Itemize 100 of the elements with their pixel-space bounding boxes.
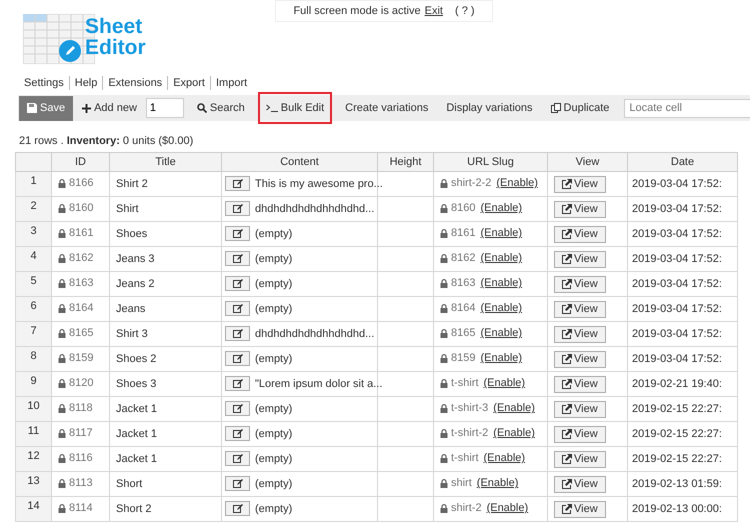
column-header[interactable]: Height <box>378 152 434 172</box>
view-button[interactable]: View <box>554 200 606 218</box>
height-cell[interactable] <box>378 346 434 372</box>
view-button[interactable]: View <box>554 400 606 418</box>
edit-button[interactable] <box>225 476 250 491</box>
duplicate-button[interactable]: Duplicate <box>546 97 614 119</box>
edit-button[interactable] <box>225 326 250 341</box>
enable-link[interactable]: (Enable) <box>476 476 518 490</box>
view-button[interactable]: View <box>554 300 606 318</box>
exit-link[interactable]: Exit <box>424 4 443 18</box>
enable-link[interactable]: (Enable) <box>480 301 522 316</box>
height-cell[interactable] <box>378 446 434 472</box>
menu-link[interactable]: Settings <box>24 76 64 90</box>
row-number: 4 <box>16 246 52 272</box>
enable-link[interactable]: (Enable) <box>480 226 522 240</box>
height-cell[interactable] <box>378 296 434 322</box>
row-number: 13 <box>16 472 52 496</box>
title-cell[interactable]: Shirt <box>110 196 222 222</box>
height-cell[interactable] <box>378 222 434 246</box>
view-button[interactable]: View <box>554 426 606 442</box>
help-link[interactable]: ( ? ) <box>454 4 475 18</box>
enable-link[interactable]: (Enable) <box>486 501 528 516</box>
edit-button[interactable] <box>225 301 250 316</box>
search-button[interactable]: Search <box>192 97 250 119</box>
pen-circle-icon <box>59 40 81 62</box>
view-button[interactable]: View <box>554 500 606 518</box>
view-button[interactable]: View <box>554 226 606 242</box>
title-cell[interactable]: Jeans 3 <box>110 246 222 272</box>
view-button[interactable]: View <box>554 276 606 292</box>
lock-icon <box>440 428 448 438</box>
quantity-input[interactable]: 1 <box>146 98 184 118</box>
title-cell[interactable]: Short <box>110 472 222 496</box>
view-button[interactable]: View <box>554 450 606 468</box>
height-cell[interactable] <box>378 246 434 272</box>
enable-link[interactable]: (Enable) <box>484 376 526 390</box>
toolbar-button[interactable]: Display variations <box>441 97 538 119</box>
column-header[interactable]: Content <box>222 152 378 172</box>
column-header[interactable]: View <box>548 152 628 172</box>
title-cell[interactable]: Shoes 2 <box>110 346 222 372</box>
title-cell[interactable]: Jacket 1 <box>110 446 222 472</box>
title-cell[interactable]: Shoes 3 <box>110 372 222 396</box>
menu-link[interactable]: Export <box>173 76 205 90</box>
height-cell[interactable] <box>378 196 434 222</box>
title-cell[interactable]: Shoes <box>110 222 222 246</box>
view-button[interactable]: View <box>554 176 606 192</box>
edit-button[interactable] <box>225 426 250 441</box>
edit-button[interactable] <box>225 276 250 291</box>
lock-icon <box>58 304 66 313</box>
title-cell[interactable]: Shirt 2 <box>110 172 222 196</box>
title-cell[interactable]: Jeans 2 <box>110 272 222 296</box>
view-button[interactable]: View <box>554 476 606 492</box>
enable-link[interactable]: (Enable) <box>480 276 522 290</box>
column-header[interactable]: ID <box>52 152 110 172</box>
edit-button[interactable] <box>225 176 250 191</box>
view-button[interactable]: View <box>554 250 606 268</box>
column-header[interactable]: Date <box>628 152 738 172</box>
edit-button[interactable] <box>225 401 250 416</box>
enable-link[interactable]: (Enable) <box>480 201 522 216</box>
enable-link[interactable]: (Enable) <box>493 426 535 440</box>
edit-button[interactable] <box>225 226 250 241</box>
add-new-button[interactable]: Add new <box>77 97 142 119</box>
title-cell[interactable]: Jacket 1 <box>110 396 222 422</box>
title-cell[interactable]: Jeans <box>110 296 222 322</box>
title-cell[interactable]: Jacket 1 <box>110 422 222 446</box>
view-button[interactable]: View <box>554 350 606 368</box>
column-header[interactable]: Title <box>110 152 222 172</box>
bulk-edit-button[interactable]: Bulk Edit <box>258 92 332 124</box>
lock-icon <box>58 254 66 263</box>
external-link-icon <box>562 454 572 464</box>
height-cell[interactable] <box>378 496 434 522</box>
edit-button[interactable] <box>225 376 250 391</box>
menu-link[interactable]: Help <box>74 76 98 90</box>
title-cell[interactable]: Shirt 3 <box>110 322 222 346</box>
enable-link[interactable]: (Enable) <box>480 251 522 266</box>
title-cell[interactable]: Short 2 <box>110 496 222 522</box>
view-button[interactable]: View <box>554 376 606 392</box>
height-cell[interactable] <box>378 396 434 422</box>
edit-button[interactable] <box>225 201 250 216</box>
edit-button[interactable] <box>225 501 250 516</box>
enable-link[interactable]: (Enable) <box>493 401 535 416</box>
menu-link[interactable]: Extensions <box>108 76 162 90</box>
locate-cell-field[interactable]: Locate cell <box>624 98 750 118</box>
edit-button[interactable] <box>225 451 250 466</box>
external-link-icon <box>562 504 572 514</box>
height-cell[interactable] <box>378 422 434 446</box>
height-cell[interactable] <box>378 472 434 496</box>
height-cell[interactable] <box>378 322 434 346</box>
menu-link[interactable]: Import <box>216 76 248 90</box>
column-header[interactable]: URL Slug <box>434 152 548 172</box>
height-cell[interactable] <box>378 272 434 296</box>
row-number: 5 <box>16 272 52 296</box>
edit-button[interactable] <box>225 351 250 366</box>
save-button[interactable]: Save <box>19 96 74 120</box>
enable-link[interactable]: (Enable) <box>496 176 538 190</box>
edit-button[interactable] <box>225 251 250 266</box>
enable-link[interactable]: (Enable) <box>480 326 522 340</box>
view-button[interactable]: View <box>554 326 606 342</box>
enable-link[interactable]: (Enable) <box>480 351 522 366</box>
toolbar-button[interactable]: Create variations <box>340 97 434 119</box>
enable-link[interactable]: (Enable) <box>484 451 526 466</box>
